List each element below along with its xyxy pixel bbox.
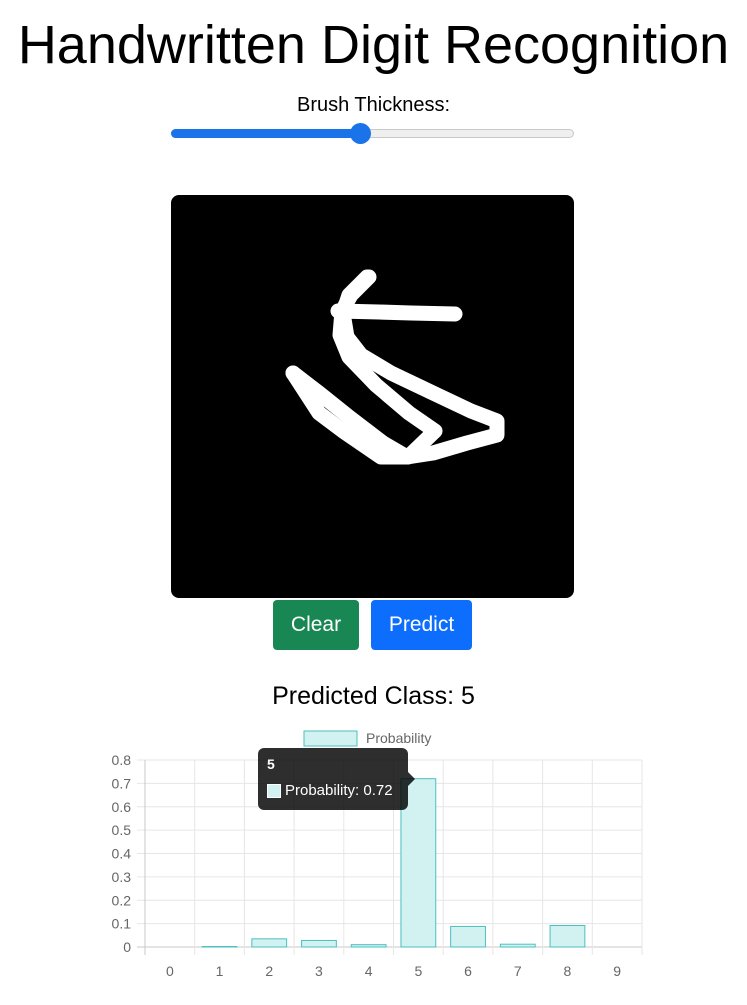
y-tick-label: 0.8	[112, 752, 132, 768]
slider-fill	[171, 129, 360, 138]
x-tick-label: 9	[613, 963, 621, 979]
clear-button[interactable]: Clear	[273, 600, 359, 650]
bar-8[interactable]	[549, 924, 586, 948]
y-tick-label: 0.6	[112, 799, 132, 815]
x-tick-label: 2	[265, 963, 273, 979]
bar-2[interactable]	[251, 938, 288, 948]
x-tick-label: 3	[315, 963, 323, 979]
legend-swatch	[303, 730, 358, 747]
x-tick-label: 6	[464, 963, 472, 979]
y-axis-ticks: 0 0.1 0.2 0.3 0.4 0.5 0.6 0.7 0.8	[112, 752, 132, 955]
y-tick-label: 0.3	[112, 869, 132, 885]
y-tick-label: 0.2	[112, 892, 132, 908]
y-tick-label: 0	[123, 939, 131, 955]
digit-drawing	[285, 269, 505, 465]
slider-thumb[interactable]	[350, 123, 371, 144]
x-tick-label: 7	[514, 963, 522, 979]
predicted-class-text: Predicted Class: 5	[272, 682, 475, 710]
tooltip-title: 5	[267, 756, 275, 772]
tooltip-arrow	[408, 772, 415, 786]
brush-thickness-slider[interactable]	[171, 123, 574, 144]
x-tick-label: 5	[414, 963, 422, 979]
x-tick-label: 0	[166, 963, 174, 979]
y-tick-label: 0.7	[112, 775, 132, 791]
chart-tooltip: 5 Probability: 0.72	[258, 748, 415, 810]
page-title: Handwritten Digit Recognition	[17, 15, 730, 75]
chart-legend[interactable]: Probability	[303, 730, 431, 747]
bar-7[interactable]	[499, 943, 536, 948]
digit-stroke-top	[330, 303, 463, 322]
x-axis-ticks: 0 1 2 3 4 5 6 7 8 9	[166, 963, 621, 979]
y-tick-label: 0.5	[112, 822, 132, 838]
tooltip-swatch	[267, 784, 281, 798]
bar-3[interactable]	[301, 939, 337, 948]
bar-6[interactable]	[450, 925, 486, 948]
bar-4[interactable]	[350, 944, 387, 948]
y-tick-label: 0.4	[112, 846, 132, 862]
brush-thickness-label: Brush Thickness:	[296, 94, 451, 116]
x-tick-label: 8	[564, 963, 572, 979]
x-tick-label: 4	[365, 963, 373, 979]
legend-label: Probability	[366, 730, 431, 746]
x-tick-label: 1	[216, 963, 224, 979]
predict-button[interactable]: Predict	[371, 600, 472, 650]
tooltip-body: Probability: 0.72	[285, 782, 393, 799]
y-tick-label: 0.1	[112, 916, 132, 932]
drawing-canvas[interactable]	[171, 195, 574, 598]
digit-stroke-main	[285, 269, 505, 465]
